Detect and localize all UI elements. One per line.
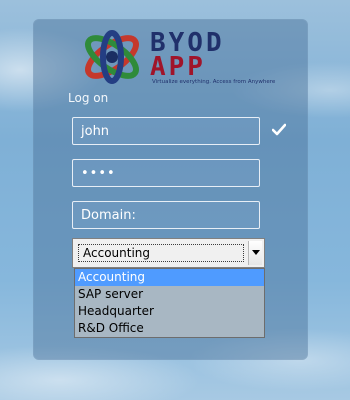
dropdown-item-headquarter[interactable]: Headquarter [75, 303, 264, 320]
chevron-down-icon[interactable] [248, 241, 262, 265]
dropdown-item-accounting[interactable]: Accounting [75, 269, 264, 286]
logo-tagline: Virtualize everything. Access from Anywh… [152, 79, 276, 85]
dropdown-item-rd-office[interactable]: R&D Office [75, 320, 264, 337]
logo-title-line-2: APP [150, 52, 206, 82]
domain-dropdown-list[interactable]: Accounting SAP server Headquarter R&D Of… [74, 268, 265, 338]
username-value: john [81, 123, 110, 139]
password-field[interactable]: •••• [72, 159, 260, 187]
domain-field[interactable]: Domain: [72, 201, 260, 229]
username-field[interactable]: john [72, 117, 260, 145]
globe-logo-icon [85, 30, 139, 84]
dropdown-item-sap-server[interactable]: SAP server [75, 286, 264, 303]
domain-select[interactable]: Accounting [72, 238, 265, 268]
password-value: •••• [81, 165, 116, 181]
domain-select-value: Accounting [78, 244, 244, 262]
app-logo: BYOD APP Virtualize everything. Access f… [77, 26, 275, 88]
logon-heading: Log on [68, 91, 109, 105]
checkmark-icon [272, 123, 286, 136]
domain-placeholder: Domain: [81, 207, 136, 223]
